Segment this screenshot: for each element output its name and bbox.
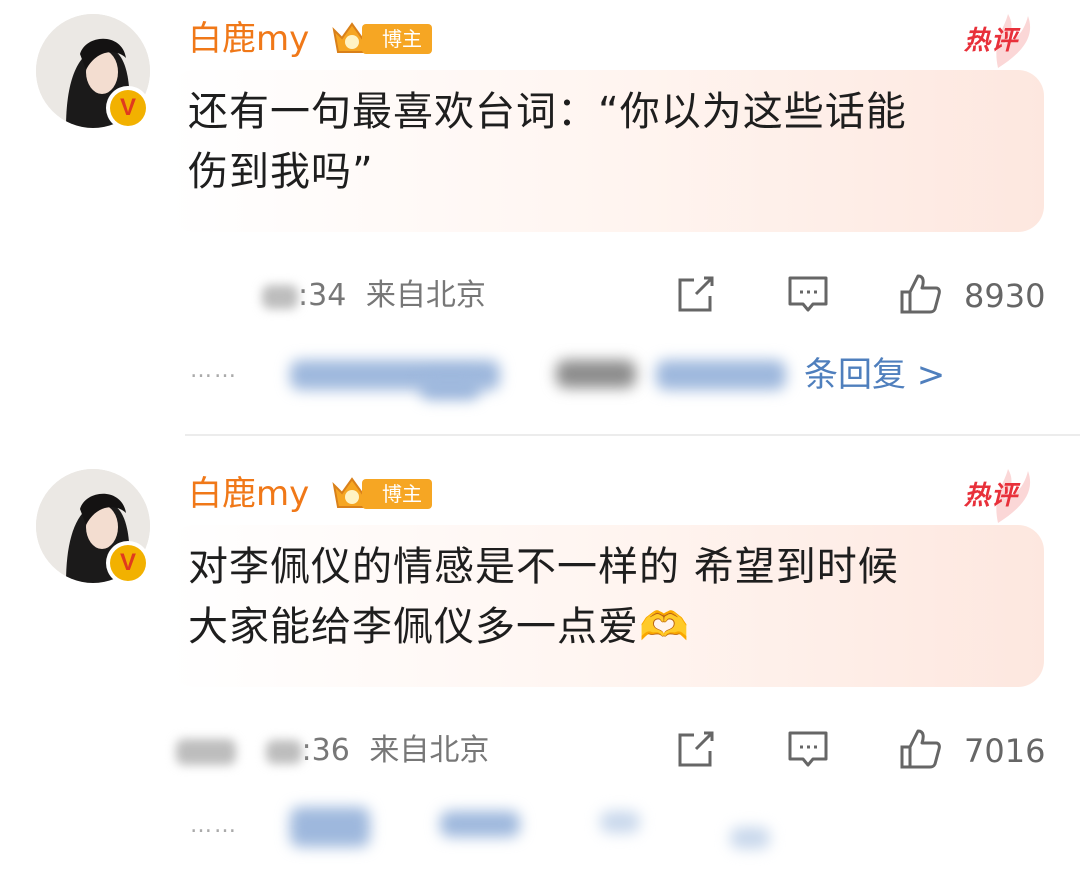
- like-count: 8930: [964, 277, 1046, 315]
- username[interactable]: 白鹿my: [188, 471, 309, 517]
- comment-meta: :34 来自北京: [262, 276, 486, 316]
- comment-time: :34: [298, 278, 347, 313]
- reply-preview[interactable]: ……: [190, 807, 990, 857]
- redacted-reply: [730, 827, 770, 849]
- reply-count-link[interactable]: 条回复 >: [804, 352, 945, 398]
- username[interactable]: 白鹿my: [188, 16, 309, 62]
- redacted-reply: [420, 374, 480, 400]
- comment-meta: :36 来自北京: [176, 731, 489, 771]
- redacted-reply: [656, 360, 786, 390]
- share-icon[interactable]: [674, 272, 718, 316]
- redacted-time: [262, 284, 298, 309]
- redacted-username: [176, 738, 236, 765]
- like-icon[interactable]: [898, 727, 942, 771]
- comment-text-line: 还有一句最喜欢台词：“你以为这些话能: [188, 89, 907, 135]
- like-icon[interactable]: [898, 272, 942, 316]
- verified-v-icon: V: [106, 86, 150, 130]
- blogger-badge: 博主: [362, 479, 432, 509]
- comment-text-line: 对李佩仪的情感是不一样的 希望到时候: [188, 544, 899, 590]
- ellipsis: ……: [190, 813, 238, 838]
- comment-item: V 白鹿my 博主 热评 还有一句最喜欢台词：“你以为这些话能 伤到我吗” :3…: [0, 0, 1080, 430]
- redacted-reply: [600, 811, 640, 833]
- ellipsis: ……: [190, 358, 238, 383]
- divider: [185, 434, 1080, 436]
- comment-icon[interactable]: [786, 727, 830, 771]
- comment-time: :36: [301, 733, 350, 768]
- comment-text-line: 大家能给李佩仪多一点爱🫶: [188, 604, 690, 650]
- redacted-reply: [440, 811, 520, 837]
- reply-preview[interactable]: …… 条回复 >: [190, 352, 990, 402]
- verified-v-icon: V: [106, 541, 150, 585]
- redacted-reply: [290, 807, 370, 847]
- comment-item: V 白鹿my 博主 热评 对李佩仪的情感是不一样的 希望到时候 大家能给李佩仪多…: [0, 455, 1080, 882]
- redacted-reply: [556, 360, 636, 388]
- comment-text: 还有一句最喜欢台词：“你以为这些话能 伤到我吗”: [188, 82, 1038, 202]
- blogger-badge: 博主: [362, 24, 432, 54]
- like-count: 7016: [964, 732, 1046, 770]
- redacted-time: [265, 739, 302, 764]
- hot-comment-label: 热评: [964, 481, 1019, 511]
- comment-location: 来自北京: [369, 733, 490, 768]
- hot-comment-label: 热评: [964, 26, 1019, 56]
- comment-text: 对李佩仪的情感是不一样的 希望到时候 大家能给李佩仪多一点爱🫶: [188, 537, 1038, 657]
- comment-icon[interactable]: [786, 272, 830, 316]
- comment-location: 来自北京: [365, 278, 486, 313]
- comment-text-line: 伤到我吗”: [188, 149, 374, 195]
- share-icon[interactable]: [674, 727, 718, 771]
